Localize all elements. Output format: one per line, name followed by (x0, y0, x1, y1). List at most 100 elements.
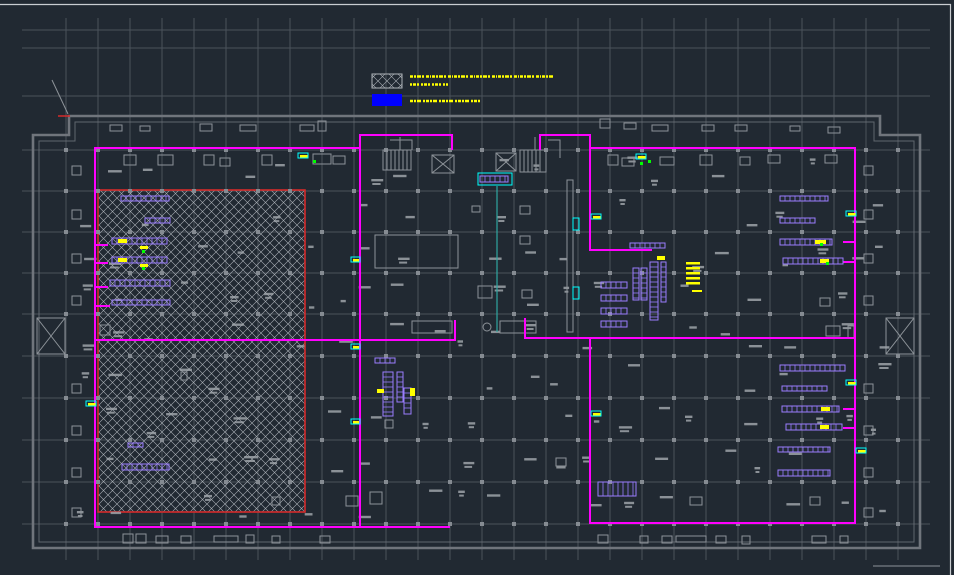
room-tag (618, 426, 633, 429)
annotation-dot-green (826, 262, 829, 265)
column (576, 271, 580, 275)
column (736, 312, 740, 316)
column (448, 230, 452, 234)
column (96, 438, 100, 442)
column (800, 480, 804, 484)
column (352, 312, 356, 316)
column (480, 271, 484, 275)
column (736, 230, 740, 234)
room-tag (491, 330, 500, 334)
room-tag (142, 168, 153, 171)
column (352, 189, 356, 193)
room-tag (489, 257, 502, 260)
column (320, 354, 324, 358)
room-tag (230, 296, 239, 299)
annotation-dot-green (640, 162, 643, 165)
room-tag (398, 257, 410, 260)
drawing-canvas[interactable] (0, 0, 954, 575)
room-tag (208, 387, 220, 391)
column (64, 438, 68, 442)
column (160, 189, 164, 193)
column (480, 522, 484, 526)
cad-drawing-viewport[interactable] (0, 0, 954, 575)
column (704, 271, 708, 275)
column (800, 438, 804, 442)
column (224, 230, 228, 234)
room-tag-line (583, 460, 589, 463)
column (192, 396, 196, 400)
column (672, 438, 676, 442)
room-tag-line (818, 252, 827, 255)
room-tag (754, 467, 761, 470)
column (896, 312, 900, 316)
room-tag-line (847, 418, 852, 421)
column (64, 480, 68, 484)
column (864, 189, 868, 193)
room-tag-line (459, 494, 464, 497)
column (192, 522, 196, 526)
room-tag (624, 501, 635, 505)
room-tag (82, 284, 93, 287)
room-tag (659, 496, 673, 499)
room-tag-line (628, 160, 636, 163)
room-tag-line (83, 288, 91, 291)
room-tag (108, 170, 122, 173)
column (544, 522, 548, 526)
room-tag (390, 322, 404, 326)
column (544, 438, 548, 442)
column (576, 480, 580, 484)
column (576, 522, 580, 526)
column (832, 312, 836, 316)
room-tag (659, 406, 670, 410)
room-tag (651, 179, 658, 183)
column (608, 271, 612, 275)
room-tag (371, 179, 384, 182)
column (480, 230, 484, 234)
column (768, 354, 772, 358)
column (544, 312, 548, 316)
room-tag-line (498, 220, 505, 222)
column (800, 271, 804, 275)
room-tag (110, 511, 122, 515)
room-tag-line (423, 426, 428, 429)
column (576, 438, 580, 442)
column (64, 189, 68, 193)
room-tag (846, 414, 853, 418)
room-tag (273, 216, 281, 219)
column (896, 189, 900, 193)
room-tag (525, 251, 536, 254)
column (736, 480, 740, 484)
column (384, 438, 388, 442)
column (288, 230, 292, 234)
room-tag-line (107, 411, 115, 414)
room-tag (788, 452, 802, 455)
column (224, 438, 228, 442)
room-tag (527, 303, 539, 306)
room-tag (180, 281, 189, 284)
column (736, 271, 740, 275)
column (288, 312, 292, 316)
column (864, 522, 868, 526)
room-tag (82, 344, 96, 347)
room-tag (331, 470, 344, 473)
room-tag-line (693, 269, 702, 272)
column (512, 438, 516, 442)
room-tag (106, 457, 114, 461)
column (832, 480, 836, 484)
column (384, 522, 388, 526)
room-tag (268, 458, 280, 461)
room-tag (872, 204, 884, 207)
room-tag (565, 414, 573, 417)
annotation-dot-green (648, 160, 651, 163)
annotation-tag-yellow (118, 239, 127, 243)
column (832, 438, 836, 442)
room-tag (841, 501, 849, 504)
room-tag (231, 323, 244, 326)
column (608, 396, 612, 400)
room-tag (359, 462, 370, 465)
column (160, 438, 164, 442)
room-tag-line (842, 327, 852, 330)
room-tag (304, 513, 313, 516)
room-tag-line (526, 328, 534, 330)
column (160, 354, 164, 358)
